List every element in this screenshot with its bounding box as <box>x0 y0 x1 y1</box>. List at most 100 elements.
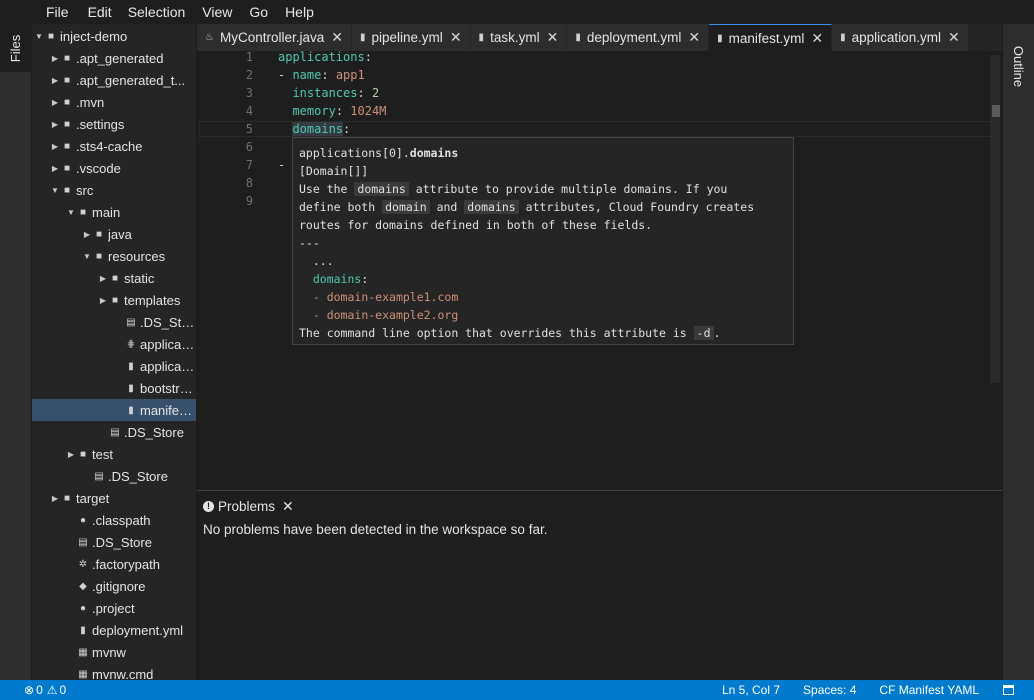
chevron-right-icon[interactable]: ▶ <box>82 230 92 239</box>
tree-folder[interactable]: ▶ ■ .settings <box>32 113 196 135</box>
tree-file[interactable]: ▦ mvnw.cmd <box>32 663 196 681</box>
code-token: memory <box>292 104 336 118</box>
tree-file[interactable]: ◆ .gitignore <box>32 575 196 597</box>
problems-tab[interactable]: ! Problems ✕ <box>203 495 294 517</box>
database-file-icon: ▮ <box>128 404 134 416</box>
menu-selection[interactable]: Selection <box>128 4 186 20</box>
chevron-right-icon[interactable]: ▶ <box>50 494 60 503</box>
code-line: applications: <box>278 51 372 64</box>
code-token: name <box>292 68 322 82</box>
tree-folder[interactable]: ▶ ■ java <box>32 223 196 245</box>
hover-rule: --- <box>299 236 320 250</box>
close-icon[interactable]: ✕ <box>688 29 700 46</box>
tree-file[interactable]: ▤ .DS_Store <box>32 421 196 443</box>
tree-folder[interactable]: ▶ ■ templates <box>32 289 196 311</box>
tree-folder[interactable]: ▶ ■ .mvn <box>32 91 196 113</box>
language-mode[interactable]: CF Manifest YAML <box>879 683 979 697</box>
tree-folder[interactable]: ▼ ■ main <box>32 201 196 223</box>
tree-file[interactable]: ● .project <box>32 597 196 619</box>
tree-file[interactable]: ▮ applicati... <box>32 355 196 377</box>
menu-edit[interactable]: Edit <box>88 4 112 20</box>
error-icon: ⊗ <box>24 683 35 697</box>
editor-tab[interactable]: ♨ MyController.java ✕ <box>197 24 352 51</box>
close-icon[interactable]: ✕ <box>948 29 960 46</box>
folder-icon: ■ <box>63 96 71 108</box>
tree-file[interactable]: ▮ deployment.yml <box>32 619 196 641</box>
tree-file[interactable]: ▤ .DS_Store <box>32 531 196 553</box>
close-icon[interactable]: ✕ <box>450 29 462 46</box>
code-line: - name: app1 <box>278 68 365 82</box>
file-icon: ▤ <box>110 426 120 438</box>
chevron-right-icon[interactable]: ▶ <box>66 450 76 459</box>
indentation-status[interactable]: Spaces: 4 <box>803 683 856 697</box>
hover-text: . <box>713 326 721 340</box>
tree-folder[interactable]: ▶ ■ static <box>32 267 196 289</box>
close-icon[interactable]: ✕ <box>331 29 343 46</box>
line-number: 1 <box>245 51 253 64</box>
tree-item-label: static <box>124 270 155 286</box>
code-token: : <box>343 122 351 136</box>
editor-tab[interactable]: ▮ deployment.yml ✕ <box>567 24 710 51</box>
tree-file[interactable]: ⋕ applicati... <box>32 333 196 355</box>
folder-icon: ■ <box>95 228 103 240</box>
cursor-position[interactable]: Ln 5, Col 7 <box>722 683 780 697</box>
menu-view[interactable]: View <box>202 4 232 20</box>
hover-path-prefix: applications[0]. <box>299 146 410 160</box>
editor-tab[interactable]: ▮ task.yml ✕ <box>470 24 568 51</box>
grid-file-icon: ▦ <box>78 646 88 658</box>
code-line: - <box>278 158 285 172</box>
tree-folder[interactable]: ▼ ■ src <box>32 179 196 201</box>
tree-file[interactable]: ● .classpath <box>32 509 196 531</box>
editor-tab[interactable]: ▮ application.yml ✕ <box>832 24 969 51</box>
chevron-down-icon[interactable]: ▼ <box>66 208 76 217</box>
chevron-down-icon[interactable]: ▼ <box>34 32 44 41</box>
chevron-right-icon[interactable]: ▶ <box>98 296 108 305</box>
tree-folder[interactable]: ▶ ■ .apt_generated <box>32 47 196 69</box>
chevron-right-icon[interactable]: ▶ <box>98 274 108 283</box>
chevron-down-icon[interactable]: ▼ <box>82 252 92 261</box>
tree-folder[interactable]: ▶ ■ .apt_generated_t... <box>32 69 196 91</box>
tree-file[interactable]: ▦ mvnw <box>32 641 196 663</box>
chevron-right-icon[interactable]: ▶ <box>50 76 60 85</box>
code-editor[interactable]: 123456789 applications: - name: app1 inst… <box>197 51 1002 489</box>
menu-help[interactable]: Help <box>285 4 314 20</box>
folder-icon: ■ <box>95 250 103 262</box>
chevron-right-icon[interactable]: ▶ <box>50 120 60 129</box>
tree-folder[interactable]: ▶ ■ target <box>32 487 196 509</box>
git-icon: ◆ <box>79 580 87 592</box>
tree-item-label: mvnw <box>92 644 126 660</box>
editor-tab[interactable]: ▮ manifest.yml ✕ <box>709 24 833 51</box>
tree-folder[interactable]: ▶ ■ test <box>32 443 196 465</box>
hover-type: [Domain[]] <box>299 164 369 178</box>
menu-go[interactable]: Go <box>249 4 268 20</box>
tree-file[interactable]: ▤ .DS_Store <box>32 465 196 487</box>
close-icon[interactable]: ✕ <box>547 29 559 46</box>
chevron-right-icon[interactable]: ▶ <box>50 54 60 63</box>
tree-file[interactable]: ▮ manifest.... <box>32 399 196 421</box>
tree-folder[interactable]: ▼ ■ inject-demo <box>32 25 196 47</box>
close-icon[interactable]: ✕ <box>282 498 294 515</box>
tree-folder[interactable]: ▶ ■ .vscode <box>32 157 196 179</box>
chevron-right-icon[interactable]: ▶ <box>50 142 60 151</box>
chevron-down-icon[interactable]: ▼ <box>50 186 60 195</box>
chevron-right-icon[interactable]: ▶ <box>50 98 60 107</box>
tree-file[interactable]: ▮ bootstra... <box>32 377 196 399</box>
tree-file[interactable]: ✲ .factorypath <box>32 553 196 575</box>
outline-view-tab[interactable]: Outline <box>1003 34 1034 98</box>
chevron-right-icon[interactable]: ▶ <box>50 164 60 173</box>
hover-footer: The command line option that overrides t… <box>299 324 787 342</box>
problems-status[interactable]: ⊗ 0 ⚠ 0 <box>24 683 66 697</box>
tree-folder[interactable]: ▶ ■ .sts4-cache <box>32 135 196 157</box>
menu-file[interactable]: File <box>46 4 69 20</box>
tree-file[interactable]: ▤ .DS_Store <box>32 311 196 333</box>
db-icon: ▮ <box>840 32 846 43</box>
panel-toggle-icon[interactable] <box>1003 685 1014 695</box>
tree-folder[interactable]: ▼ ■ resources <box>32 245 196 267</box>
code-token: 2 <box>371 86 380 100</box>
code-token: app1 <box>335 68 365 82</box>
code-line: memory: 1024M <box>278 104 386 118</box>
editor-tab[interactable]: ▮ pipeline.yml ✕ <box>352 24 471 51</box>
files-view-tab[interactable]: Files <box>0 24 32 72</box>
close-icon[interactable]: ✕ <box>811 30 823 47</box>
folder-icon: ■ <box>63 74 71 86</box>
